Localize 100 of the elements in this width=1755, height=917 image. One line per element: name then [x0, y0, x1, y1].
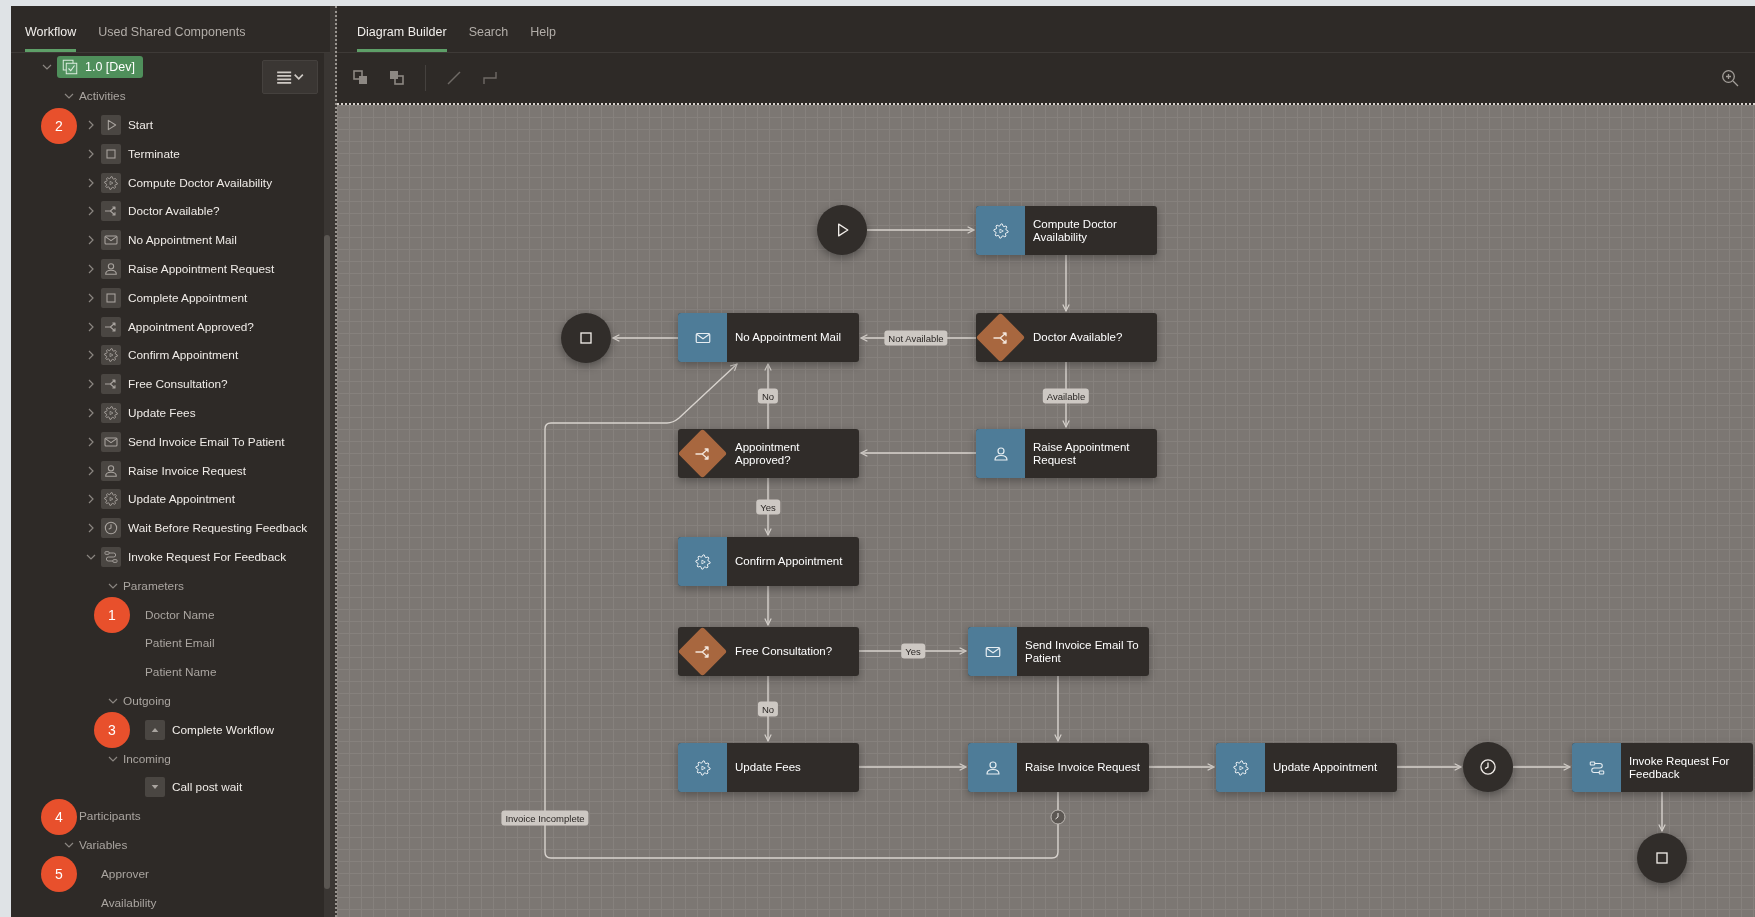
- tree-item[interactable]: Parameters: [123, 578, 184, 593]
- tree-item[interactable]: Outgoing: [123, 693, 171, 708]
- timer-event-icon: [1050, 809, 1066, 825]
- callout-badge: 4: [41, 798, 77, 835]
- tree-item[interactable]: Doctor Available?: [128, 204, 220, 219]
- event-node[interactable]: [1637, 833, 1687, 883]
- tree-item[interactable]: Patient Name: [145, 665, 217, 680]
- tree-item[interactable]: Participants: [79, 809, 141, 824]
- activity-node[interactable]: Appointment Approved?: [678, 429, 859, 478]
- connector-arrow: [612, 334, 679, 342]
- gear-icon: [693, 552, 712, 571]
- panel-tab[interactable]: Workflow: [25, 6, 77, 52]
- chevron-right-icon[interactable]: [86, 120, 96, 130]
- tree-item[interactable]: Free Consultation?: [128, 377, 228, 392]
- panel-tab[interactable]: Used Shared Components: [98, 6, 246, 52]
- callout-badge: 5: [41, 856, 77, 893]
- chevron-right-icon[interactable]: [86, 292, 96, 303]
- activity-node[interactable]: Invoke Request For Feedback: [1572, 743, 1753, 792]
- chevron-right-icon[interactable]: [86, 148, 96, 159]
- caret-up-icon: [145, 719, 165, 740]
- branch-icon: [101, 316, 121, 337]
- clock-icon: [1478, 757, 1498, 777]
- tree-item[interactable]: Appointment Approved?: [128, 319, 254, 334]
- activity-node[interactable]: Raise Appointment Request: [976, 429, 1157, 478]
- tree-item[interactable]: Update Fees: [128, 405, 196, 420]
- edge-label: No: [757, 388, 779, 404]
- tree-item[interactable]: Variables: [79, 837, 128, 852]
- chevron-right-icon[interactable]: [86, 263, 96, 274]
- tree-item[interactable]: Update Appointment: [128, 492, 235, 507]
- tree-item[interactable]: Start: [128, 118, 153, 132]
- activity-node[interactable]: Doctor Available?: [976, 313, 1157, 362]
- elbow-line-icon[interactable]: [482, 70, 498, 86]
- tree-item[interactable]: Raise Appointment Request: [128, 261, 275, 276]
- tree-item[interactable]: Terminate: [128, 146, 180, 161]
- chevron-right-icon[interactable]: [86, 494, 96, 505]
- tree-item[interactable]: Availability: [101, 895, 157, 910]
- edge-label: Yes: [901, 643, 925, 659]
- user-icon: [101, 460, 121, 481]
- activity-node[interactable]: Confirm Appointment: [678, 537, 859, 586]
- tree-item[interactable]: Incoming: [123, 751, 171, 766]
- user-icon: [991, 444, 1010, 463]
- zoom-in-icon[interactable]: [1721, 69, 1739, 87]
- event-node[interactable]: [561, 313, 611, 363]
- scrollbar-thumb[interactable]: [324, 235, 330, 889]
- user-icon: [101, 258, 121, 279]
- tree-item[interactable]: Call post wait: [172, 780, 243, 795]
- activity-node[interactable]: Update Fees: [678, 743, 859, 792]
- chevron-right-icon[interactable]: [86, 206, 96, 217]
- tree-item[interactable]: Approver: [101, 866, 149, 881]
- activity-node[interactable]: Send Invoice Email To Patient: [968, 627, 1149, 676]
- panel-splitter[interactable]: [330, 6, 337, 917]
- chevron-right-icon[interactable]: [86, 465, 96, 476]
- chevron-right-icon[interactable]: [86, 321, 96, 332]
- overlap-squares-icon[interactable]: [353, 70, 369, 86]
- activity-node[interactable]: Update Appointment: [1216, 743, 1397, 792]
- tree-item[interactable]: Complete Workflow: [172, 722, 275, 737]
- tree-item[interactable]: Patient Email: [145, 636, 215, 651]
- overlap-squares-icon[interactable]: [389, 70, 405, 86]
- stop-icon: [101, 287, 121, 308]
- chevron-right-icon[interactable]: [86, 235, 96, 246]
- view-tab[interactable]: Help: [530, 6, 556, 52]
- activity-node[interactable]: No Appointment Mail: [678, 313, 859, 362]
- stop-icon: [101, 143, 121, 164]
- version-pill[interactable]: 1.0 [Dev]: [57, 56, 144, 79]
- chevron-right-icon[interactable]: [86, 379, 96, 390]
- clock-icon: [101, 518, 121, 539]
- tree-item[interactable]: Doctor Name: [145, 607, 215, 622]
- activity-node[interactable]: Compute Doctor Availability: [976, 206, 1157, 255]
- tree-item[interactable]: No Appointment Mail: [128, 233, 237, 248]
- tree-item[interactable]: Activities: [79, 89, 126, 104]
- tree-item[interactable]: Confirm Appointment: [128, 348, 239, 363]
- chevron-right-icon[interactable]: [86, 177, 96, 188]
- edge-label: No: [757, 701, 779, 717]
- callout-badge: 3: [94, 712, 130, 749]
- event-node[interactable]: [1463, 742, 1513, 792]
- chevron-right-icon[interactable]: [86, 350, 96, 361]
- tree-item[interactable]: Wait Before Requesting Feedback: [128, 521, 308, 536]
- tree-item[interactable]: Compute Doctor Availability: [128, 175, 273, 190]
- diagonal-line-icon[interactable]: [446, 70, 462, 86]
- tree-item[interactable]: Send Invoice Email To Patient: [128, 434, 285, 449]
- chevron-right-icon[interactable]: [86, 407, 96, 418]
- user-icon: [983, 758, 1002, 777]
- callout-badge: 1: [94, 597, 130, 634]
- view-tab[interactable]: Diagram Builder: [357, 6, 447, 52]
- menu-button[interactable]: [262, 60, 318, 94]
- list-caret-icon: [276, 70, 304, 84]
- chevron-right-icon[interactable]: [86, 436, 96, 447]
- edge-label: Invoice Incomplete: [501, 810, 589, 826]
- tree-item[interactable]: Invoke Request For Feedback: [128, 549, 287, 564]
- chevron-right-icon[interactable]: [86, 523, 96, 534]
- event-node[interactable]: [817, 205, 867, 255]
- flow-icon: [1587, 758, 1606, 777]
- tree-item[interactable]: Raise Invoice Request: [128, 463, 247, 478]
- view-tab[interactable]: Search: [468, 6, 509, 52]
- activity-node[interactable]: Free Consultation?: [678, 627, 859, 676]
- tree-item[interactable]: Complete Appointment: [128, 290, 248, 305]
- gear-icon: [101, 172, 121, 193]
- gear-icon: [101, 489, 121, 510]
- flow-icon: [101, 546, 121, 567]
- activity-node[interactable]: Raise Invoice Request: [968, 743, 1149, 792]
